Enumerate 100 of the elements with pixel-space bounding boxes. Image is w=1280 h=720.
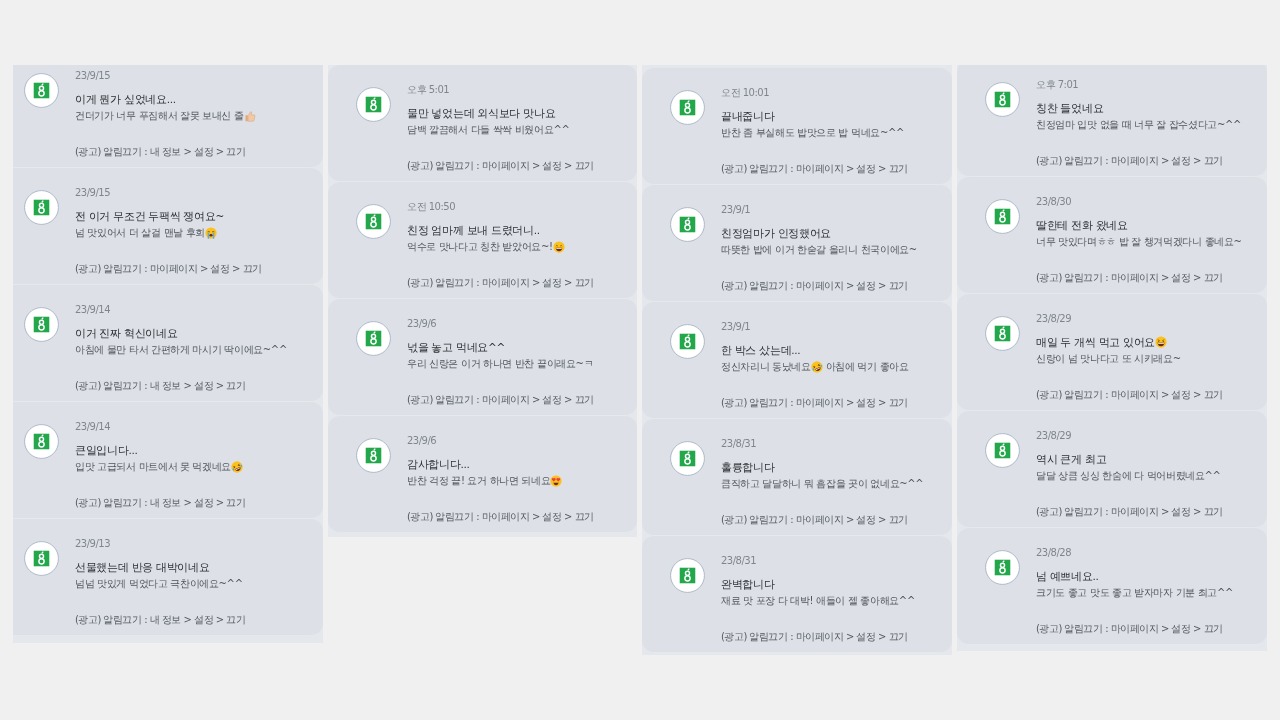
- notification-body: 큼직하고 달달하니 뭐 흠잡을 곳이 없네요~^^: [721, 477, 924, 491]
- notification-time: 23/8/29: [1036, 429, 1072, 442]
- notification-card[interactable]: 23/9/1 한 박스 샀는데... 정신차리니 동났네요 아침에 먹기 좋아요 (광고) 알림끄기 : 마이페이지 > 설정 > 끄기: [642, 302, 952, 419]
- ad-opt-out-text: (광고) 알림끄기 : 마이페이지 > 설정 > 끄기: [721, 396, 908, 410]
- notification-card[interactable]: 23/9/14 이거 진짜 혁신이네요 아침에 물만 타서 간편하게 마시기 딱이에요~^^ (광고) 알림끄기 : 내 정보 > 설정 > 끄기: [13, 285, 323, 402]
- notification-time: 23/8/28: [1036, 546, 1072, 559]
- ad-opt-out-text: (광고) 알림끄기 : 내 정보 > 설정 > 끄기: [75, 496, 246, 510]
- notification-time: 23/9/6: [407, 317, 437, 330]
- notification-card[interactable]: 23/9/1 친정엄마가 인정했어요 따뜻한 밥에 이거 한숟갈 올리니 천국이에요~ (광고) 알림끄기 : 마이페이지 > 설정 > 끄기: [642, 185, 952, 302]
- notification-card[interactable]: 23/8/31 훌륭합니다 큼직하고 달달하니 뭐 흠잡을 곳이 없네요~^^ (광고) 알림끄기 : 마이페이지 > 설정 > 끄기: [642, 419, 952, 536]
- app-logo-icon: [670, 558, 705, 593]
- notification-card[interactable]: 23/8/28 넘 예쁘네요.. 크기도 좋고 맛도 좋고 받자마자 기분 최고^^ (광고) 알림끄기 : 마이페이지 > 설정 > 끄기: [957, 528, 1267, 645]
- laughing-tears-face-icon: [231, 460, 244, 473]
- heart-eyes-face-icon: [550, 474, 563, 487]
- notification-card[interactable]: 23/8/29 매일 두 개씩 먹고 있어요 신랑이 넘 맛나다고 또 시키래요~ (광고) 알림끄기 : 마이페이지 > 설정 > 끄기: [957, 294, 1267, 411]
- notification-title: 넋을 놓고 먹네요^^: [407, 340, 505, 355]
- laughing-tears-face-icon: [810, 360, 823, 373]
- notification-time: 23/9/6: [407, 434, 437, 447]
- notification-time: 23/8/30: [1036, 195, 1072, 208]
- app-logo-icon: [24, 307, 59, 342]
- notification-title: 큰일입니다...: [75, 443, 138, 458]
- ad-opt-out-text: (광고) 알림끄기 : 마이페이지 > 설정 > 끄기: [1036, 154, 1223, 168]
- notification-time: 오후 7:01: [1036, 78, 1079, 91]
- app-logo-icon: [356, 438, 391, 473]
- notification-body: 재료 맛 포장 다 대박! 애들이 젤 좋아해요^^: [721, 594, 915, 608]
- app-logo-icon: [670, 324, 705, 359]
- notification-body: 달달 상큼 싱싱 한숨에 다 먹어버렸네요^^: [1036, 469, 1221, 483]
- app-logo-icon: [985, 550, 1020, 585]
- notification-title: 친정 엄마께 보내 드렸더니..: [407, 223, 540, 238]
- app-logo-icon: [670, 207, 705, 242]
- notification-card[interactable]: 23/9/6 감사합니다... 반찬 걱정 끝! 요거 하나면 되네요 (광고) 알림끄기 : 마이페이지 > 설정 > 끄기: [328, 416, 637, 533]
- notification-card[interactable]: 23/9/6 넋을 놓고 먹네요^^ 우리 신랑은 이거 하나면 반찬 끝이래요~ㅋ (광고) 알림끄기 : 마이페이지 > 설정 > 끄기: [328, 299, 637, 416]
- notification-body: 따뜻한 밥에 이거 한숟갈 올리니 천국이에요~: [721, 243, 917, 257]
- notification-time: 23/9/1: [721, 320, 751, 333]
- notification-body: 아침에 먹기 좋아요: [825, 360, 909, 374]
- ad-opt-out-text: (광고) 알림끄기 : 마이페이지 > 설정 > 끄기: [721, 630, 908, 644]
- ad-opt-out-text: (광고) 알림끄기 : 마이페이지 > 설정 > 끄기: [721, 513, 908, 527]
- notification-time: 오후 5:01: [407, 83, 450, 96]
- notification-card[interactable]: 23/8/29 역시 큰게 최고 달달 상큼 싱싱 한숨에 다 먹어버렸네요^^ (광고) 알림끄기 : 마이페이지 > 설정 > 끄기: [957, 411, 1267, 528]
- notification-card[interactable]: 23/9/14 큰일입니다... 입맛 고급되서 마트에서 못 먹겠네요 (광고) 알림끄기 : 내 정보 > 설정 > 끄기: [13, 402, 323, 519]
- app-logo-icon: [356, 321, 391, 356]
- thumbs-up-icon: [243, 109, 256, 122]
- app-logo-icon: [24, 541, 59, 576]
- ad-opt-out-text: (광고) 알림끄기 : 마이페이지 > 설정 > 끄기: [1036, 505, 1223, 519]
- notification-time: 오전 10:01: [721, 86, 769, 99]
- notification-body: 억수로 맛나다고 칭찬 받았어요~!: [407, 240, 553, 254]
- notification-time: 23/9/14: [75, 303, 111, 316]
- ad-opt-out-text: (광고) 알림끄기 : 내 정보 > 설정 > 끄기: [75, 379, 246, 393]
- notification-body: 넘넘 맛있게 먹었다고 극찬이에요~^^: [75, 577, 243, 591]
- notification-card[interactable]: 23/8/30 딸한테 전화 왔네요 너무 맛있다며ㅎㅎ 밥 잘 챙겨먹겠다니 좋네요~ (광고) 알림끄기 : 마이페이지 > 설정 > 끄기: [957, 177, 1267, 294]
- notification-title: 매일 두 개씩 먹고 있어요: [1036, 335, 1156, 350]
- notification-title: 넘 예쁘네요..: [1036, 569, 1099, 584]
- notification-title: 완벽합니다: [721, 577, 775, 592]
- notification-title: 감사합니다...: [407, 457, 470, 472]
- ad-opt-out-text: (광고) 알림끄기 : 마이페이지 > 설정 > 끄기: [407, 510, 594, 524]
- ad-opt-out-text: (광고) 알림끄기 : 내 정보 > 설정 > 끄기: [75, 613, 246, 627]
- app-logo-icon: [985, 316, 1020, 351]
- notification-card[interactable]: 오후 7:01 칭찬 들었네요 친정엄마 입맛 없을 때 너무 잘 잡수셨다고~^^ (광고) 알림끄기 : 마이페이지 > 설정 > 끄기: [957, 65, 1267, 177]
- grinning-face-icon: [552, 240, 565, 253]
- notification-card[interactable]: 오후 5:01 물만 넣었는데 외식보다 맛나요 담백 깔끔해서 다들 싹싹 비웠어요^^ (광고) 알림끄기 : 마이페이지 > 설정 > 끄기: [328, 65, 637, 182]
- app-logo-icon: [670, 441, 705, 476]
- notification-card[interactable]: 23/8/31 완벽합니다 재료 맛 포장 다 대박! 애들이 젤 좋아해요^^ (광고) 알림끄기 : 마이페이지 > 설정 > 끄기: [642, 536, 952, 653]
- notification-time: 23/8/31: [721, 437, 757, 450]
- notification-title: 역시 큰게 최고: [1036, 452, 1107, 467]
- notification-card[interactable]: 23/9/15 이게 뭔가 싶었네요... 건더기가 너무 푸짐해서 잘못 보내신 줄 (광고) 알림끄기 : 내 정보 > 설정 > 끄기: [13, 65, 323, 168]
- notification-body: 반찬 좀 부실해도 밥맛으로 밥 먹네요~^^: [721, 126, 904, 140]
- app-logo-icon: [985, 82, 1020, 117]
- laughing-face-icon: [1155, 336, 1168, 348]
- notification-title: 딸한테 전화 왔네요: [1036, 218, 1128, 233]
- app-logo-icon: [985, 199, 1020, 234]
- notification-body: 크기도 좋고 맛도 좋고 받자마자 기분 최고^^: [1036, 586, 1234, 600]
- notification-body: 우리 신랑은 이거 하나면 반찬 끝이래요~ㅋ: [407, 357, 594, 371]
- notification-time: 23/9/1: [721, 203, 751, 216]
- ad-opt-out-text: (광고) 알림끄기 : 마이페이지 > 설정 > 끄기: [721, 162, 908, 176]
- ad-opt-out-text: (광고) 알림끄기 : 마이페이지 > 설정 > 끄기: [75, 262, 262, 276]
- notification-title: 한 박스 샀는데...: [721, 343, 801, 358]
- notification-title: 전 이거 무조건 두팩씩 쟁여요~: [75, 209, 225, 224]
- app-logo-icon: [670, 90, 705, 125]
- notification-body: 담백 깔끔해서 다들 싹싹 비웠어요^^: [407, 123, 570, 137]
- notification-card[interactable]: 오전 10:50 친정 엄마께 보내 드렸더니.. 억수로 맛나다고 칭찬 받았어요~! (광고) 알림끄기 : 마이페이지 > 설정 > 끄기: [328, 182, 637, 299]
- notification-title: 친정엄마가 인정했어요: [721, 226, 832, 241]
- notification-body: 입맛 고급되서 마트에서 못 먹겠네요: [75, 460, 232, 474]
- ad-opt-out-text: (광고) 알림끄기 : 마이페이지 > 설정 > 끄기: [407, 276, 594, 290]
- notification-time: 23/9/15: [75, 69, 111, 82]
- notification-card[interactable]: 23/9/15 전 이거 무조건 두팩씩 쟁여요~ 넘 맛있어서 더 살걸 맨날 후회 (광고) 알림끄기 : 마이페이지 > 설정 > 끄기: [13, 168, 323, 285]
- notification-time: 23/9/13: [75, 537, 111, 550]
- notification-body: 친정엄마 입맛 없을 때 너무 잘 잡수셨다고~^^: [1036, 118, 1242, 132]
- notification-card[interactable]: 오전 10:01 끝내줍니다 반찬 좀 부실해도 밥맛으로 밥 먹네요~^^ (광고) 알림끄기 : 마이페이지 > 설정 > 끄기: [642, 68, 952, 185]
- notification-title: 훌륭합니다: [721, 460, 775, 475]
- notification-time: 23/9/14: [75, 420, 111, 433]
- app-logo-icon: [985, 433, 1020, 468]
- notification-body: 신랑이 넘 맛나다고 또 시키래요~: [1036, 352, 1181, 366]
- ad-opt-out-text: (광고) 알림끄기 : 마이페이지 > 설정 > 끄기: [1036, 388, 1223, 402]
- notification-body: 정신차리니 동났네요: [721, 360, 811, 374]
- notification-card[interactable]: 23/9/13 선물했는데 반응 대박이네요 넘넘 맛있게 먹었다고 극찬이에요~^^ (광고) 알림끄기 : 내 정보 > 설정 > 끄기: [13, 519, 323, 636]
- notification-title: 끝내줍니다: [721, 109, 775, 124]
- notification-title: 이게 뭔가 싶었네요...: [75, 92, 176, 107]
- app-logo-icon: [356, 87, 391, 122]
- notification-body: 건더기가 너무 푸짐해서 잘못 보내신 줄: [75, 109, 244, 123]
- notification-time: 23/8/29: [1036, 312, 1072, 325]
